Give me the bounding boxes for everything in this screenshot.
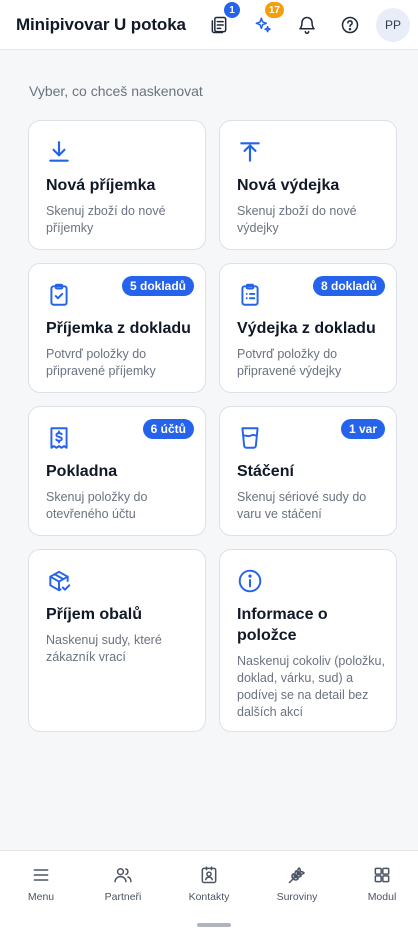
users-icon: [114, 868, 132, 883]
top-bar: Minipivovar U potoka 1 17 PP: [0, 0, 418, 50]
app-title: Minipivovar U potoka: [16, 15, 186, 34]
card-vydejka-z-dokladu[interactable]: 8 dokladů Výdejka z dokladu Potvrď polož…: [219, 263, 397, 393]
nav-label: Kontakty: [188, 891, 230, 903]
card-description: Naskenuj sudy, které zákazník vrací: [46, 633, 162, 664]
glass-icon: [237, 425, 263, 451]
pending-documents-badge: 8 dokladů: [312, 276, 385, 296]
open-accounts-badge: 6 účtů: [142, 419, 194, 439]
nav-label: Suroviny: [276, 891, 318, 903]
receipt-icon: [46, 425, 72, 451]
help-button[interactable]: [337, 12, 363, 38]
card-description: Skenuj sériové sudy do varu ve stáčení: [237, 490, 367, 521]
package-check-icon: [46, 568, 72, 594]
card-staceni[interactable]: 1 var Stáčení Skenuj sériové sudy do var…: [219, 406, 397, 536]
card-description: Skenuj zboží do nové příjemky: [46, 204, 166, 235]
documents-badge: 1: [224, 2, 240, 18]
card-title: Nová výdejka: [237, 177, 340, 194]
bell-icon: [299, 16, 315, 35]
card-prijem-obalu[interactable]: Příjem obalů Naskenuj sudy, které zákazn…: [28, 549, 206, 732]
documents-button[interactable]: 1: [206, 2, 240, 38]
nav-label: Modul: [367, 891, 397, 903]
page-subtitle: Vyber, co chceš naskenovat: [29, 83, 203, 99]
nav-item-kontakty[interactable]: Kontakty: [169, 865, 249, 903]
clipboard-check-icon: [46, 282, 72, 308]
menu-icon: [33, 869, 49, 881]
avatar[interactable]: PP: [376, 8, 410, 42]
sparkle-button[interactable]: 17: [250, 2, 284, 38]
nav-item-modul[interactable]: Modul: [342, 865, 418, 903]
documents-icon: [211, 16, 227, 34]
card-description: Potvrď položky do připravené příjemky: [46, 347, 156, 378]
help-icon: [341, 16, 359, 34]
upload-icon: [237, 139, 263, 165]
nav-item-menu[interactable]: Menu: [1, 865, 81, 903]
card-description: Skenuj zboží do nové výdejky: [237, 204, 357, 235]
card-nova-vydejka[interactable]: Nová výdejka Skenuj zboží do nové výdejk…: [219, 120, 397, 250]
card-informace-o-polozce[interactable]: Informace o položce Naskenuj cokoliv (po…: [219, 549, 397, 732]
card-description: Potvrď položky do připravené výdejky: [237, 347, 342, 378]
card-title: Příjem obalů: [46, 606, 143, 623]
info-icon: [237, 568, 263, 594]
card-title: Pokladna: [46, 463, 118, 480]
card-description: Skenuj položky do otevřeného účtu: [46, 490, 148, 521]
notifications-button[interactable]: [294, 12, 320, 38]
card-title: Výdejka z dokladu: [237, 320, 376, 337]
card-title: Informace o položce: [237, 606, 328, 644]
nav-item-partneri[interactable]: Partneři: [83, 865, 163, 903]
card-title: Nová příjemka: [46, 177, 156, 194]
nav-label: Menu: [27, 891, 55, 903]
sparkle-badge: 17: [264, 2, 284, 18]
card-description: Naskenuj cokoliv (položku, doklad, várku…: [237, 654, 385, 719]
pending-documents-badge: 5 dokladů: [121, 276, 194, 296]
wheat-icon: [288, 867, 305, 884]
card-title: Stáčení: [237, 463, 294, 480]
batch-badge: 1 var: [340, 419, 385, 439]
home-indicator: [197, 923, 231, 927]
download-icon: [46, 139, 72, 165]
contact-icon: [201, 866, 217, 884]
nav-item-suroviny[interactable]: Suroviny: [257, 865, 337, 903]
card-nova-prijemka[interactable]: Nová příjemka Skenuj zboží do nové příje…: [28, 120, 206, 250]
card-prijemka-z-dokladu[interactable]: 5 dokladů Příjemka z dokladu Potvrď polo…: [28, 263, 206, 393]
grid-icon: [374, 867, 390, 883]
card-pokladna[interactable]: 6 účtů Pokladna Skenuj položky do otevře…: [28, 406, 206, 536]
sparkle-icon: [255, 17, 271, 33]
clipboard-list-icon: [237, 282, 263, 308]
card-title: Příjemka z dokladu: [46, 320, 191, 337]
nav-label: Partneři: [104, 891, 142, 903]
